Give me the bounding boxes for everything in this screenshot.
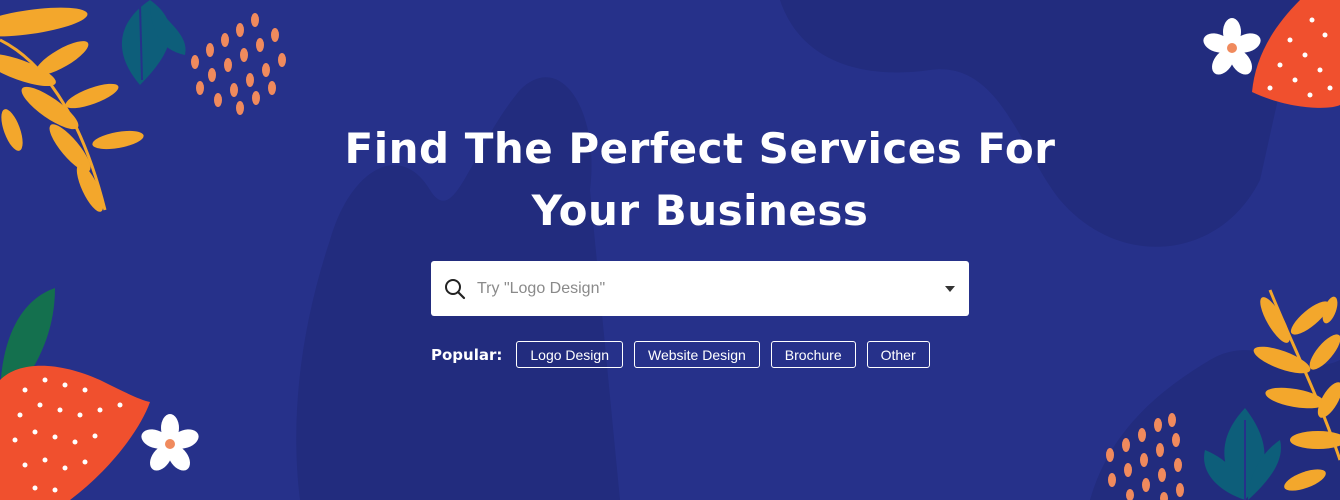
decorative-background [0,0,1340,500]
popular-tag-brochure[interactable]: Brochure [770,341,856,368]
orange-leaf-bottom-left-icon [0,365,150,500]
popular-tag-other[interactable]: Other [866,341,930,368]
search-icon[interactable] [443,277,467,301]
teal-leaf-top-left-icon [121,0,186,85]
popular-tag-logo-design[interactable]: Logo Design [516,341,623,368]
caret-down-icon[interactable] [945,285,955,292]
page-title: Find The Perfect Services For Your Busin… [270,118,1130,242]
page-title-line-1: Find The Perfect Services For [344,124,1056,173]
hero-banner: Find The Perfect Services For Your Busin… [0,0,1340,500]
popular-tag-website-design[interactable]: Website Design [634,341,760,368]
popular-searches: Popular: Logo Design Website Design Broc… [431,341,941,368]
search-bar [431,261,969,316]
salmon-dots-top-left-icon [191,13,286,115]
popular-label: Popular: [431,345,503,364]
white-flower-bottom-left-icon [141,414,199,471]
search-input[interactable] [467,261,945,316]
page-title-line-2: Your Business [531,186,869,235]
